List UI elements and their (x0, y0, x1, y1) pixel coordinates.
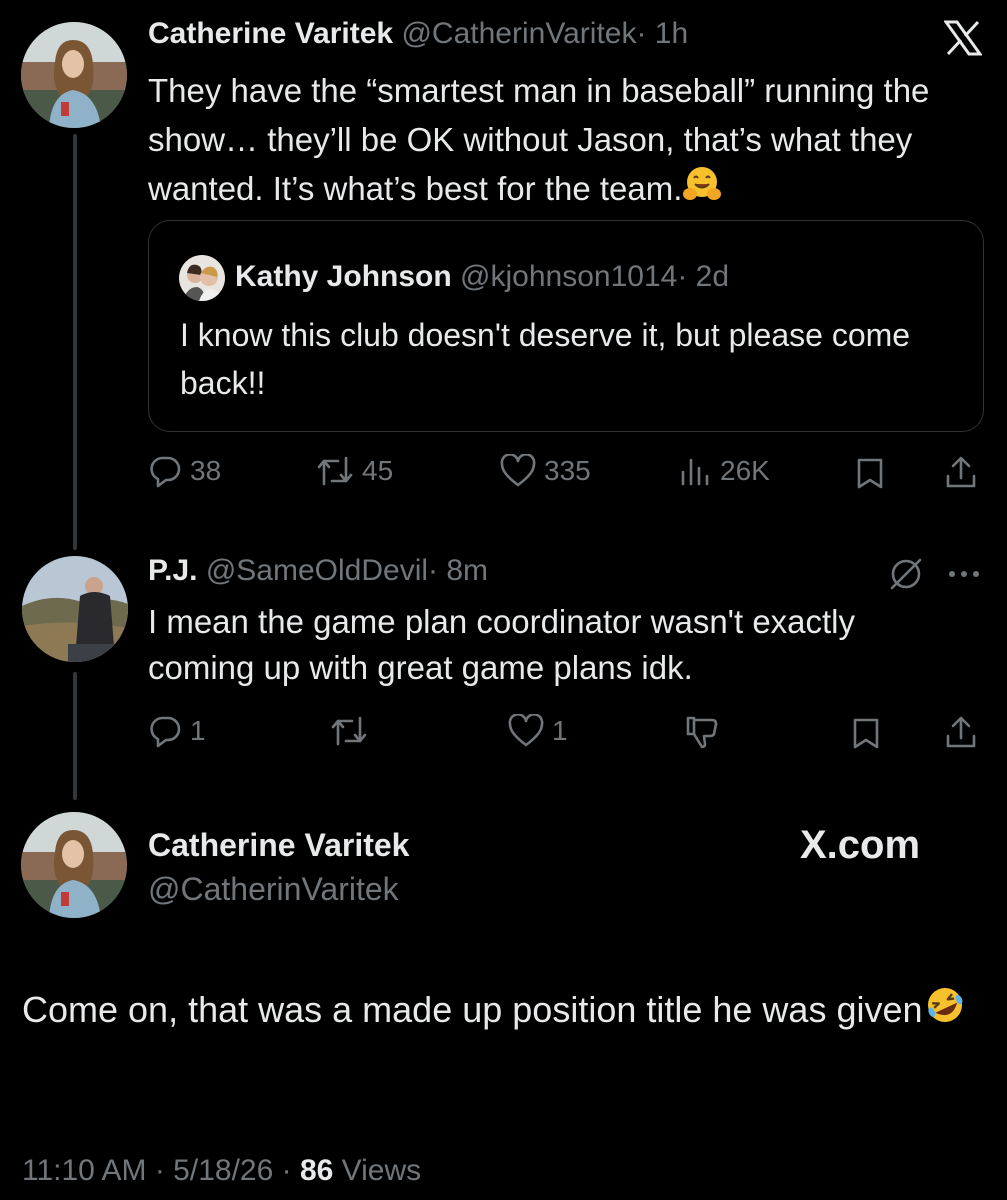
thumbs-down-icon (686, 716, 718, 749)
avatar[interactable] (21, 812, 127, 918)
quoted-tweet[interactable]: Kathy Johnson @kjohnson1014· 2d I know t… (148, 220, 984, 432)
avatar[interactable] (21, 22, 127, 128)
repost-button[interactable] (330, 714, 368, 748)
tweet-time: · 2d (677, 260, 730, 293)
tweet-text: They have the “smartest man in baseball”… (148, 72, 930, 207)
post-text-block: Come on, that was a made up position tit… (22, 984, 982, 1040)
tweet-text: I mean the game plan coordinator wasn't … (148, 603, 856, 686)
heart-icon (508, 714, 544, 747)
heart-icon (500, 454, 536, 487)
more-options-icon[interactable] (944, 564, 984, 589)
tweet-time[interactable]: · 8m (428, 554, 488, 587)
reply-button[interactable]: 38 (148, 454, 221, 488)
x-logo-icon[interactable] (943, 20, 983, 61)
post-text: Come on, that was a made up position tit… (22, 989, 923, 1030)
repost-count: 45 (362, 455, 394, 486)
tweet-header: P.J. @SameOldDevil· 8m (148, 551, 488, 591)
reply-button[interactable]: 1 (148, 714, 206, 748)
share-icon (946, 456, 976, 488)
author-handle[interactable]: @kjohnson1014 (460, 260, 677, 293)
author-name[interactable]: Kathy Johnson (235, 260, 452, 293)
like-button[interactable]: 335 (500, 454, 591, 488)
dislike-button[interactable] (684, 714, 720, 750)
avatar[interactable] (179, 255, 225, 301)
reply-icon (150, 716, 181, 748)
thread-connector (73, 134, 77, 550)
hugging-face-emoji-icon (682, 164, 722, 217)
views-count: 86 (299, 1154, 334, 1187)
repost-icon (317, 456, 353, 486)
repost-button[interactable]: 45 (316, 454, 393, 488)
bookmark-icon (857, 458, 883, 489)
analytics-icon (681, 458, 709, 486)
author-handle[interactable]: @CatherinVaritek (401, 17, 636, 50)
grok-icon[interactable] (888, 556, 924, 597)
bookmark-button[interactable] (850, 716, 882, 750)
tweet-time[interactable]: · 1h (636, 17, 688, 50)
author-name[interactable]: Catherine Varitek (148, 824, 409, 866)
share-icon (946, 716, 976, 748)
post-meta: 11:10 AM · 5/18/26 · 86 Views (22, 1150, 421, 1192)
views-label: Views (333, 1154, 422, 1187)
bookmark-icon (853, 718, 879, 749)
rolling-laughing-emoji-icon (923, 984, 967, 1040)
reply-count: 38 (190, 455, 222, 486)
tweet-header: Catherine Varitek @CatherinVaritek· 1h (148, 14, 688, 54)
view-count: 26K (720, 455, 770, 486)
bookmark-button[interactable] (854, 456, 886, 490)
quoted-tweet-text: I know this club doesn't deserve it, but… (180, 317, 911, 401)
tweet-text-block: They have the “smartest man in baseball”… (148, 66, 988, 217)
like-count: 335 (544, 455, 591, 486)
share-button[interactable] (944, 454, 978, 490)
reply-icon (150, 456, 181, 488)
views-button[interactable]: 26K (678, 454, 770, 488)
share-button[interactable] (944, 714, 978, 750)
like-count: 1 (552, 715, 568, 746)
author-handle[interactable]: @SameOldDevil (206, 554, 428, 587)
avatar[interactable] (22, 556, 128, 662)
author-name[interactable]: Catherine Varitek (148, 17, 393, 50)
quoted-tweet-header: Kathy Johnson @kjohnson1014· 2d (235, 255, 729, 299)
author-handle[interactable]: @CatherinVaritek (148, 868, 399, 910)
author-name[interactable]: P.J. (148, 554, 198, 587)
like-button[interactable]: 1 (508, 714, 568, 748)
post-timestamp[interactable]: 11:10 AM · 5/18/26 · (22, 1154, 300, 1187)
repost-icon (331, 716, 367, 746)
brand-watermark: X.com (800, 823, 921, 867)
thread-connector (73, 672, 77, 800)
reply-count: 1 (190, 715, 206, 746)
